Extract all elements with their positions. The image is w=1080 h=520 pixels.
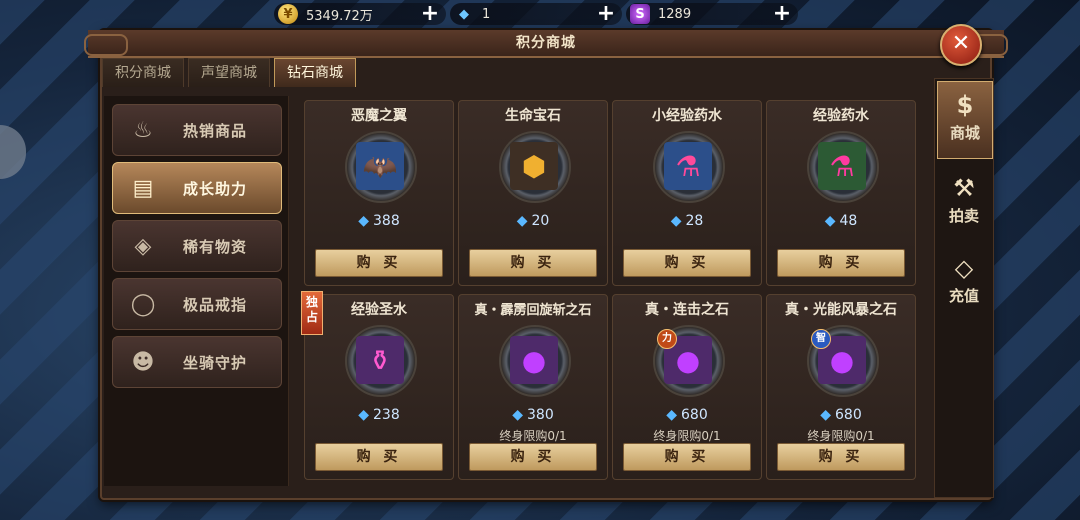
- gold-coin-icon: ¥: [278, 4, 298, 24]
- shop-tabs: 积分商城 声望商城 钻石商城: [102, 58, 356, 88]
- strength-badge: 力: [657, 329, 677, 349]
- close-button[interactable]: ✕: [940, 24, 982, 66]
- add-diamond-button[interactable]: +: [596, 3, 616, 25]
- diamond-icon: ◆: [459, 6, 469, 22]
- item-card: 小经验药水 ⚗ ◆ 28 购 买: [612, 100, 762, 286]
- buy-button[interactable]: 购 买: [623, 443, 751, 471]
- purple-amount: 1289: [658, 6, 692, 22]
- item-card: 生命宝石 ⬢ ◆ 20 购 买: [458, 100, 608, 286]
- sidebar-item-rare[interactable]: ◈ 稀有物资: [112, 220, 282, 272]
- book-icon: ▤: [132, 175, 154, 201]
- panda-icon: ☻: [131, 349, 155, 375]
- background-avatar-fragment: [0, 125, 26, 179]
- category-sidebar: ♨ 热销商品 ▤ 成长助力 ◈ 稀有物资 ◯ 极品戒指 ☻ 坐骑守护: [104, 96, 289, 486]
- buy-button[interactable]: 购 买: [469, 443, 597, 471]
- rail-item-shop[interactable]: $ 商城: [937, 81, 993, 159]
- purple-currency: S 1289 +: [626, 3, 798, 25]
- moneybag-icon: $: [956, 91, 974, 119]
- demon-wings-icon: 🦇: [356, 142, 404, 190]
- purchase-limit: 终身限购0/1: [807, 429, 875, 443]
- gold-currency: ¥ 5349.72万 +: [274, 3, 446, 25]
- buy-button[interactable]: 购 买: [469, 249, 597, 277]
- sidebar-item-hot[interactable]: ♨ 热销商品: [112, 104, 282, 156]
- buy-button[interactable]: 购 买: [623, 249, 751, 277]
- flame-icon: ♨: [133, 117, 153, 143]
- diamond-icon: ◆: [358, 213, 370, 229]
- crystal-icon: ◈: [134, 233, 152, 259]
- buy-button[interactable]: 购 买: [315, 249, 443, 277]
- buy-button[interactable]: 购 买: [315, 443, 443, 471]
- ring-icon: ◯: [130, 291, 156, 317]
- add-gold-button[interactable]: +: [420, 3, 440, 25]
- diamond-icon: ◆: [820, 407, 832, 423]
- item-card: 真・光能风暴之石 ● 智 ◆ 680 终身限购0/1 购 买: [766, 294, 916, 480]
- diamond-icon: ◆: [512, 407, 524, 423]
- life-gem-icon: ⬢: [510, 142, 558, 190]
- rail-item-auction[interactable]: ⚒ 拍卖: [937, 165, 991, 241]
- small-potion-icon: ⚗: [664, 142, 712, 190]
- item-card: 经验药水 ⚗ ◆ 48 购 买: [766, 100, 916, 286]
- diamond-amount: 1: [482, 6, 491, 22]
- diamond-icon: ◆: [516, 213, 528, 229]
- potion-icon: ⚗: [818, 142, 866, 190]
- purchase-limit: 终身限购0/1: [499, 429, 567, 443]
- tab-reputation-shop[interactable]: 声望商城: [188, 58, 270, 87]
- rail-item-recharge[interactable]: ◇ 充值: [937, 245, 991, 321]
- gavel-icon: ⚒: [953, 174, 975, 202]
- purple-orb-icon: ●: [510, 336, 558, 384]
- item-card: 真・霹雳回旋斩之石 ● ◆ 380 终身限购0/1 购 买: [458, 294, 608, 480]
- diamond-icon: ◆: [358, 407, 370, 423]
- diamond-currency: ◆ 1 +: [450, 3, 622, 25]
- purchase-limit: 终身限购0/1: [653, 429, 721, 443]
- diamond-icon: ◆: [666, 407, 678, 423]
- tab-points-shop[interactable]: 积分商城: [102, 58, 184, 87]
- tab-diamond-shop[interactable]: 钻石商城: [274, 58, 356, 87]
- purple-gem-icon: S: [630, 4, 650, 24]
- item-card: 恶魔之翼 🦇 ◆ 388 购 买: [304, 100, 454, 286]
- item-card: 真・连击之石 ● 力 ◆ 680 终身限购0/1 购 买: [612, 294, 762, 480]
- intellect-badge: 智: [811, 329, 831, 349]
- holy-water-icon: ⚱: [356, 336, 404, 384]
- diamond-icon: ◆: [670, 213, 682, 229]
- sidebar-item-mount[interactable]: ☻ 坐骑守护: [112, 336, 282, 388]
- sidebar-item-growth[interactable]: ▤ 成长助力: [112, 162, 282, 214]
- add-purple-button[interactable]: +: [772, 3, 792, 25]
- diamond-icon: ◆: [824, 213, 836, 229]
- sidebar-item-rings[interactable]: ◯ 极品戒指: [112, 278, 282, 330]
- diamond-icon: ◇: [954, 254, 974, 282]
- right-nav-rail: $ 商城 ⚒ 拍卖 ◇ 充值: [934, 78, 994, 498]
- gold-amount: 5349.72万: [306, 8, 373, 24]
- item-grid: 恶魔之翼 🦇 ◆ 388 购 买 生命宝石 ⬢ ◆ 20 购 买 小经验药水 ⚗ ◆…: [298, 96, 978, 486]
- panel-title: 积分商城: [84, 30, 1008, 58]
- buy-button[interactable]: 购 买: [777, 443, 905, 471]
- item-card: 独占 经验圣水 ⚱ ◆ 238 购 买: [301, 291, 454, 480]
- currency-bar: ¥ 5349.72万 + ◆ 1 + S 1289 +: [270, 0, 810, 28]
- shop-panel: 积分商城 积分商城 声望商城 钻石商城 ♨ 热销商品 ▤ 成长助力 ◈ 稀有物资…: [84, 30, 1008, 500]
- buy-button[interactable]: 购 买: [777, 249, 905, 277]
